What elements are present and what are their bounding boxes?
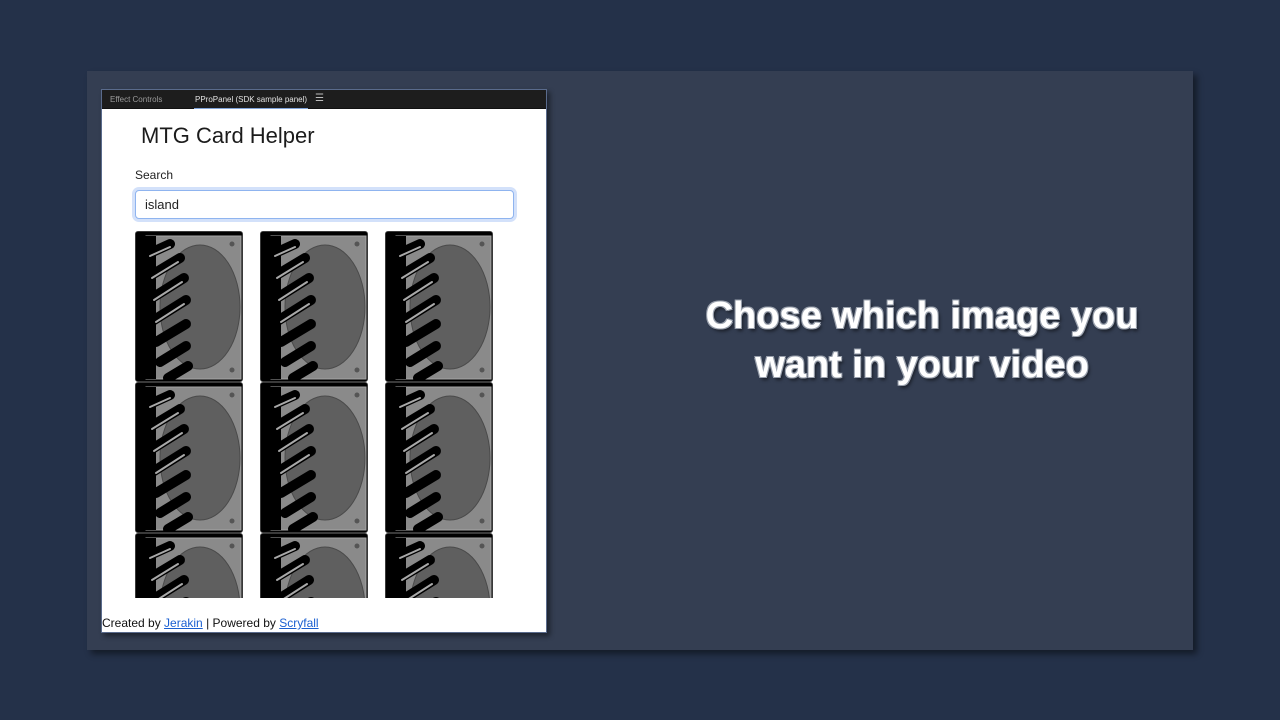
- card-result[interactable]: [260, 231, 368, 382]
- tab-ppropanel[interactable]: PProPanel (SDK sample panel): [193, 90, 309, 109]
- search-label: Search: [135, 168, 174, 182]
- card-result[interactable]: [135, 382, 243, 533]
- card-result[interactable]: [385, 533, 493, 598]
- card-result[interactable]: [135, 533, 243, 598]
- footer-created-text: Created by: [102, 616, 161, 630]
- card-image-placeholder-icon: [386, 232, 492, 381]
- footer: Created by Jerakin | Powered by Scryfall: [102, 616, 319, 630]
- app-title: MTG Card Helper: [141, 123, 315, 148]
- caption-line-1: Chose which image you: [705, 295, 1139, 337]
- hamburger-menu-icon[interactable]: ☰: [315, 90, 324, 109]
- card-results-grid: [135, 231, 515, 598]
- card-image-placeholder-icon: [261, 534, 367, 598]
- card-result[interactable]: [260, 533, 368, 598]
- card-image-placeholder-icon: [136, 383, 242, 532]
- scryfall-link[interactable]: Scryfall: [279, 616, 318, 630]
- author-link[interactable]: Jerakin: [164, 616, 203, 630]
- card-result[interactable]: [385, 382, 493, 533]
- card-result[interactable]: [135, 231, 243, 382]
- slide-caption: Chose which image you want in your video: [672, 292, 1172, 390]
- card-result[interactable]: [385, 231, 493, 382]
- card-result[interactable]: [260, 382, 368, 533]
- card-image-placeholder-icon: [136, 232, 242, 381]
- card-image-placeholder-icon: [386, 534, 492, 598]
- card-image-placeholder-icon: [261, 383, 367, 532]
- footer-powered-text: | Powered by: [206, 616, 276, 630]
- tab-effect-controls[interactable]: Effect Controls: [110, 90, 162, 109]
- extension-panel: Effect Controls PProPanel (SDK sample pa…: [101, 89, 547, 633]
- card-image-placeholder-icon: [136, 534, 242, 598]
- card-image-placeholder-icon: [386, 383, 492, 532]
- search-input[interactable]: [135, 190, 514, 219]
- panel-tab-bar: Effect Controls PProPanel (SDK sample pa…: [102, 90, 546, 109]
- caption-line-2: want in your video: [755, 344, 1089, 386]
- card-image-placeholder-icon: [261, 232, 367, 381]
